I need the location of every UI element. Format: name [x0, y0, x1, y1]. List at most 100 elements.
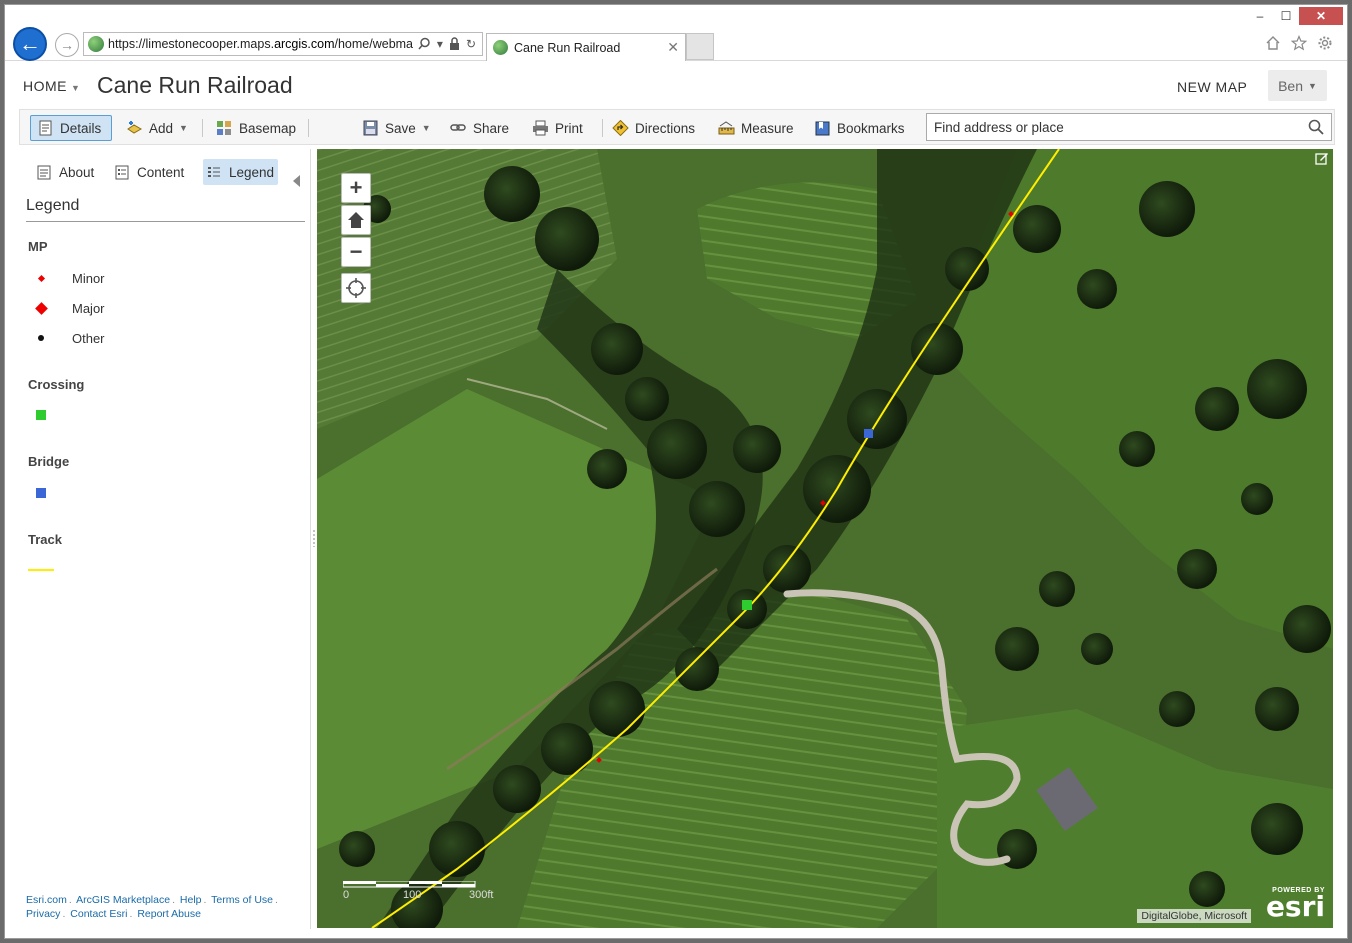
url-domain: arcgis.com: [274, 37, 335, 51]
toolbar-divider: [308, 119, 309, 137]
tab-content-label: Content: [137, 164, 185, 180]
bookmarks-button[interactable]: Bookmarks: [814, 115, 905, 141]
map-attribution: DigitalGlobe, Microsoft: [1137, 909, 1251, 923]
print-button[interactable]: Print: [532, 115, 583, 141]
scale-labels: 0 100 300ft: [343, 889, 493, 901]
measure-button[interactable]: Measure: [718, 115, 794, 141]
details-button[interactable]: Details: [30, 115, 112, 141]
legend-layer-title: Bridge: [28, 454, 70, 469]
save-button[interactable]: Save ▼: [362, 115, 431, 141]
basemap-label: Basemap: [239, 120, 297, 136]
share-link-icon: [450, 124, 466, 131]
legend-icon: [208, 166, 220, 177]
footer-link-contact[interactable]: Contact Esri: [70, 908, 127, 920]
address-bar[interactable]: https://limestonecooper.maps.arcgis.com/…: [83, 32, 483, 56]
url-suffix: /home/webma: [334, 37, 414, 51]
track-symbol: [28, 569, 54, 571]
back-arrow-icon: ←: [19, 31, 41, 56]
print-label: Print: [555, 120, 583, 136]
bookmarks-icon: [815, 121, 830, 136]
search-input[interactable]: Find address or place: [926, 113, 1332, 141]
add-button[interactable]: Add ▼: [126, 115, 188, 141]
collapse-panel-icon[interactable]: [293, 175, 300, 187]
scale-bar: [343, 881, 476, 888]
zoom-out-button[interactable]: −: [341, 237, 371, 267]
map-view[interactable]: + − 0 100 300ft DigitalGlobe, Microsoft …: [317, 149, 1333, 928]
user-menu-button[interactable]: Ben ▼: [1268, 70, 1327, 101]
legend-layer-title: Track: [28, 532, 62, 547]
legend-item-label: Minor: [72, 270, 105, 286]
add-label: Add: [149, 120, 174, 136]
chevron-down-icon: ▼: [421, 123, 431, 133]
crossing-symbol: [28, 410, 54, 420]
address-tools: ▾ ↻: [418, 37, 482, 51]
map-toolbar: Details Add ▼ Basemap Save ▼ Share Print D…: [19, 109, 1335, 145]
share-label: Share: [473, 120, 510, 136]
footer-links: Esri.com. ArcGIS Marketplace. Help. Term…: [26, 894, 278, 920]
footer-link-esri[interactable]: Esri.com: [26, 894, 67, 906]
dropdown-icon[interactable]: ▾: [437, 37, 443, 51]
refresh-icon[interactable]: ↻: [466, 37, 476, 51]
document-icon: [37, 165, 51, 179]
home-label: HOME: [23, 78, 67, 94]
milepost-minor-marker: [820, 500, 826, 506]
home-menu[interactable]: HOME ▼: [23, 78, 80, 94]
legend-title: Legend: [26, 197, 80, 214]
footer-link-report-abuse[interactable]: Report Abuse: [137, 908, 201, 920]
tab-content[interactable]: Content: [111, 159, 188, 185]
directions-label: Directions: [635, 120, 696, 136]
minor-milepost-symbol: [28, 274, 54, 282]
share-button[interactable]: Share: [450, 115, 509, 141]
site-globe-icon: [88, 36, 104, 52]
chevron-down-icon: ▼: [179, 123, 188, 133]
esri-name: esri: [1265, 890, 1325, 923]
footer-link-help[interactable]: Help: [180, 894, 202, 906]
home-extent-button[interactable]: [341, 205, 371, 235]
add-layer-icon: [127, 121, 143, 134]
legend-divider: [26, 221, 305, 222]
crossing-marker: [742, 600, 752, 610]
new-map-link[interactable]: NEW MAP: [1177, 79, 1247, 95]
browser-chrome: ‒ ☐ ✕ ← → https://limestonecooper.maps.a…: [5, 5, 1347, 61]
new-tab-button[interactable]: [686, 33, 714, 60]
splitter-grip-icon: [313, 529, 315, 547]
footer-link-privacy[interactable]: Privacy: [26, 908, 60, 920]
bookmarks-label: Bookmarks: [837, 120, 905, 136]
back-button[interactable]: ←: [13, 27, 47, 61]
footer-link-terms[interactable]: Terms of Use: [211, 894, 273, 906]
panel-splitter[interactable]: [310, 149, 317, 929]
tab-about[interactable]: About: [33, 159, 98, 185]
home-icon[interactable]: [1265, 35, 1281, 51]
settings-gear-icon[interactable]: [1317, 35, 1333, 51]
url-text: https://limestonecooper.maps.arcgis.com/…: [108, 37, 418, 51]
tab-legend[interactable]: Legend: [203, 159, 279, 185]
scale-label-max: 300ft: [469, 889, 494, 901]
esri-logo[interactable]: POWERED BY esri: [1265, 887, 1325, 923]
locate-button[interactable]: [341, 273, 371, 303]
details-panel: About Content Legend Legend MP Minor Maj…: [19, 149, 309, 929]
legend-item-label: Other: [72, 330, 105, 346]
minimize-button[interactable]: ‒: [1247, 7, 1273, 25]
browser-tab-active[interactable]: Cane Run Railroad ✕: [486, 33, 686, 61]
save-disk-icon: [363, 120, 378, 136]
other-milepost-symbol: [28, 335, 54, 341]
tab-title: Cane Run Railroad: [514, 40, 621, 55]
bridge-symbol: [28, 488, 54, 498]
edit-pencil-icon[interactable]: [1315, 151, 1329, 165]
footer-link-marketplace[interactable]: ArcGIS Marketplace: [76, 894, 170, 906]
close-button[interactable]: ✕: [1299, 7, 1343, 25]
scale-label-zero: 0: [343, 889, 350, 901]
directions-button[interactable]: Directions: [612, 115, 695, 141]
major-milepost-symbol: [28, 301, 54, 315]
search-icon[interactable]: [418, 37, 431, 50]
zoom-in-button[interactable]: +: [341, 173, 371, 203]
favorites-star-icon[interactable]: [1291, 35, 1307, 51]
maximize-button[interactable]: ☐: [1273, 7, 1299, 25]
legend-item: [28, 407, 72, 423]
tab-close-icon[interactable]: ✕: [667, 39, 679, 56]
forward-button[interactable]: →: [55, 33, 79, 57]
measure-ruler-icon: [718, 121, 735, 135]
basemap-button[interactable]: Basemap: [216, 115, 296, 141]
lock-icon[interactable]: [449, 37, 460, 50]
search-icon[interactable]: [1301, 119, 1331, 135]
